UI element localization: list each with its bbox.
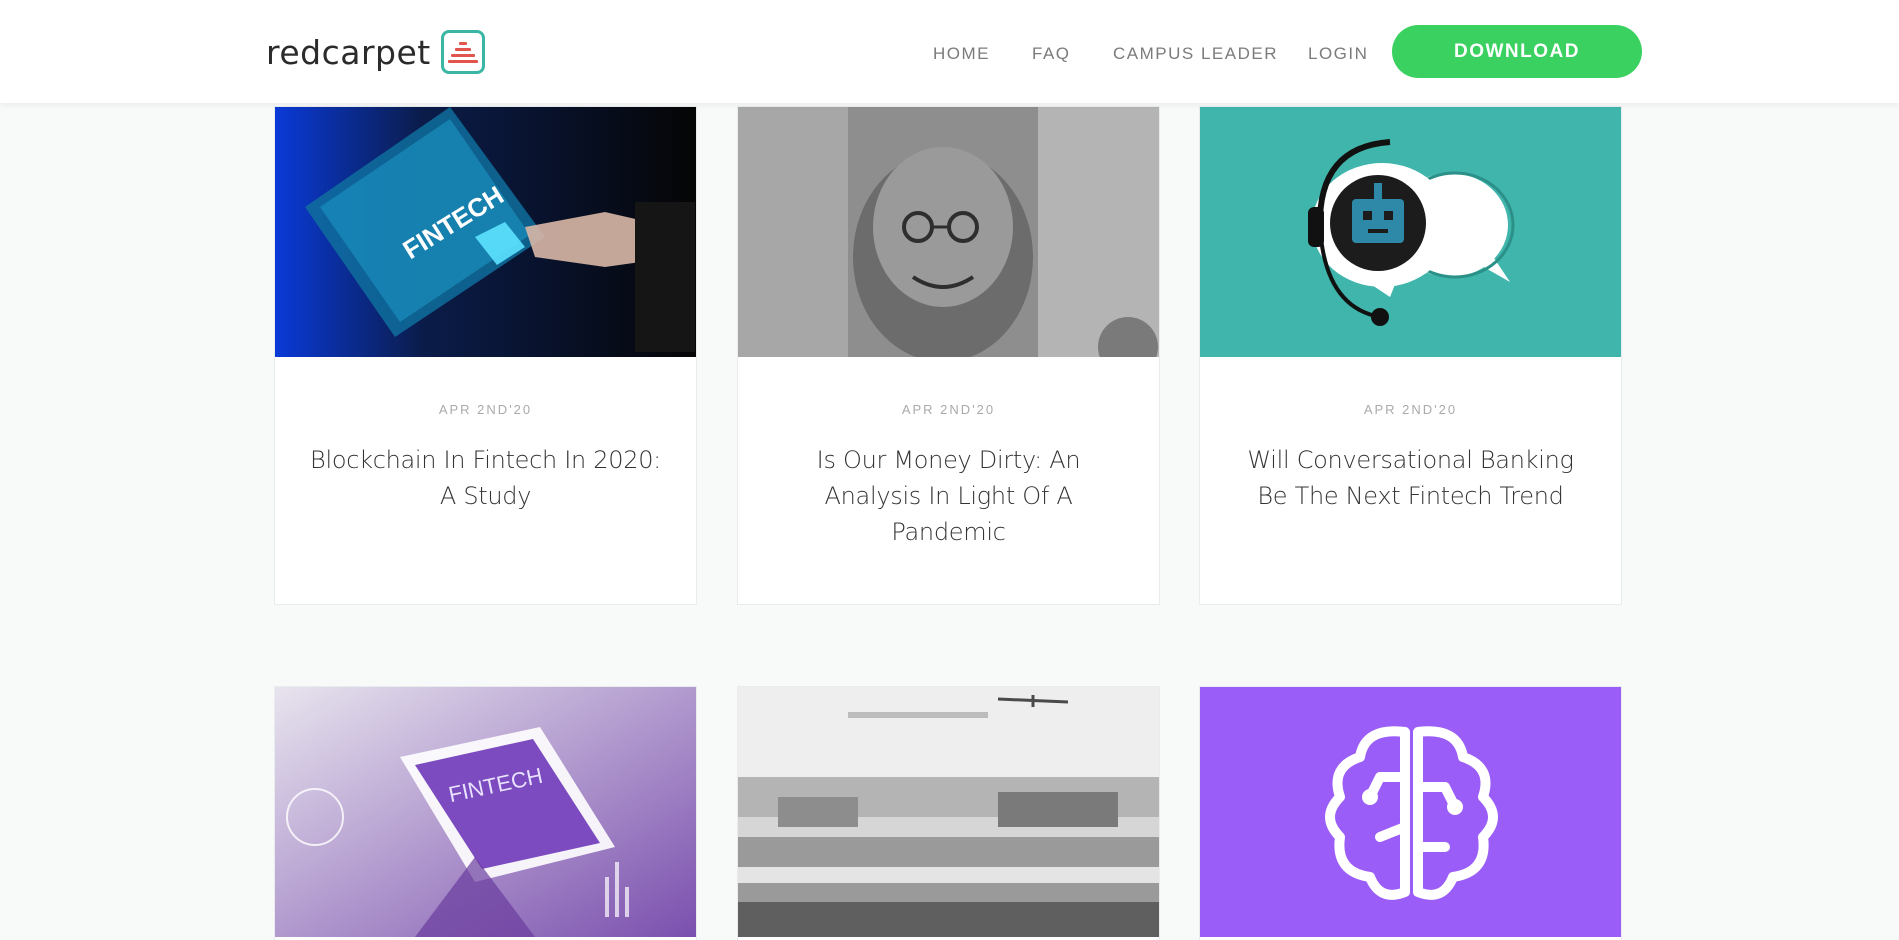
rupee-note-image[interactable] (738, 107, 1159, 357)
post-card[interactable] (1199, 686, 1622, 940)
post-card[interactable]: APR 2ND'20 Will Conversational Banking B… (1199, 106, 1622, 605)
post-date: APR 2ND'20 (438, 402, 533, 417)
nav-faq[interactable]: FAQ (1032, 44, 1071, 64)
nav-login[interactable]: LOGIN (1308, 44, 1368, 64)
post-card[interactable] (737, 686, 1160, 940)
brain-icon-image[interactable] (1200, 687, 1621, 937)
post-title[interactable]: Is Our Money Dirty: An Analysis In Light… (768, 442, 1129, 550)
post-card[interactable]: APR 2ND'20 Is Our Money Dirty: An Analys… (737, 106, 1160, 605)
post-date: APR 2ND'20 (901, 402, 996, 417)
post-date: APR 2ND'20 (1363, 402, 1458, 417)
post-card[interactable]: FINTECH APR 2ND'20 Blockchain In Fintech… (274, 106, 697, 605)
download-button[interactable]: DOWNLOAD (1392, 25, 1642, 78)
chatbot-image[interactable] (1200, 107, 1621, 357)
post-title[interactable]: Blockchain In Fintech In 2020: A Study (305, 442, 666, 514)
office-room-image[interactable] (738, 687, 1159, 937)
nav-home[interactable]: HOME (933, 44, 990, 64)
post-card[interactable]: FINTECH (274, 686, 697, 940)
logo-icon (440, 30, 485, 74)
logo[interactable]: redcarpet (266, 28, 485, 76)
nav-campus-leader[interactable]: CAMPUS LEADER (1113, 44, 1278, 64)
site-header: redcarpet HOME FAQ CAMPUS LEADER LOGIN D… (0, 0, 1899, 103)
logo-text: redcarpet (266, 32, 431, 72)
post-title[interactable]: Will Conversational Banking Be The Next … (1230, 442, 1591, 514)
fintech-financial-technology-image[interactable]: FINTECH (275, 687, 696, 937)
fintech-tablet-image[interactable]: FINTECH (275, 107, 696, 357)
